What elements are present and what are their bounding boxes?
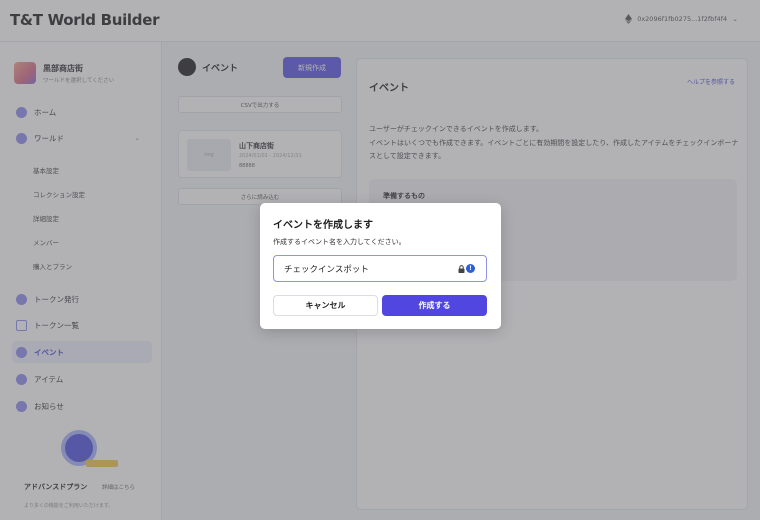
- key-icon: !: [466, 264, 475, 273]
- dialog-description: 作成するイベント名を入力してください。: [273, 238, 406, 246]
- create-event-dialog: イベントを作成します 作成するイベント名を入力してください。 ! キャンセル 作…: [260, 203, 501, 329]
- event-name-input[interactable]: [273, 255, 487, 282]
- lock-icon: [458, 264, 465, 273]
- password-manager-icons[interactable]: !: [458, 264, 475, 273]
- cancel-button[interactable]: キャンセル: [273, 295, 378, 316]
- dialog-title: イベントを作成します: [273, 220, 373, 231]
- create-button[interactable]: 作成する: [382, 295, 487, 316]
